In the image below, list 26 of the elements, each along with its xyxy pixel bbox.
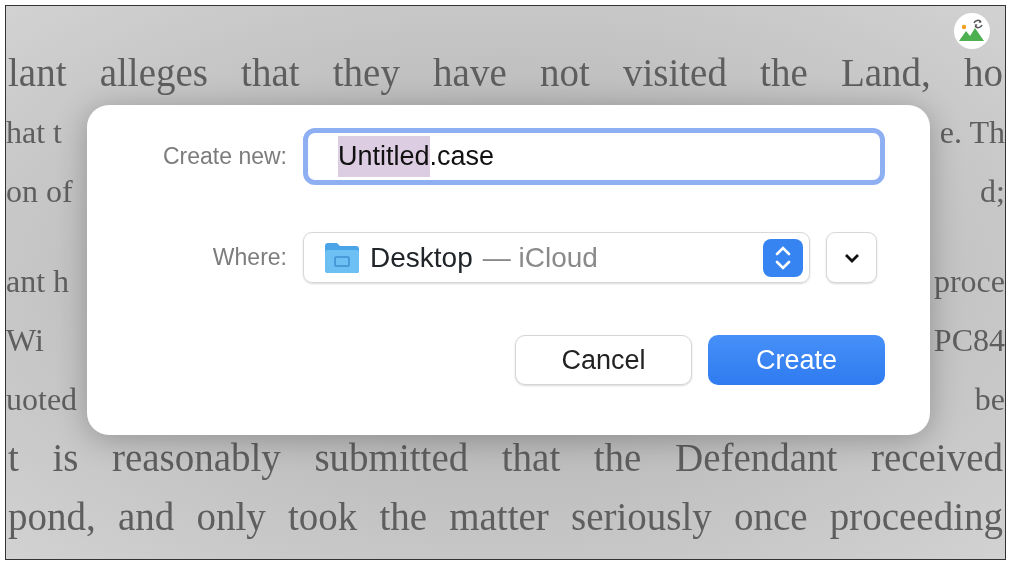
picture-sync-icon[interactable] bbox=[953, 12, 991, 50]
document-text: PC84 bbox=[933, 321, 1005, 360]
document-text: t is reasonably submitted that the Defendant received bbox=[8, 438, 1003, 478]
field-label: Where: bbox=[211, 243, 287, 273]
document-text: proce bbox=[933, 262, 1005, 301]
stepper-icon bbox=[763, 238, 803, 277]
folder-location: — iCloud bbox=[482, 240, 598, 275]
document-text: lant alleges that they have not visited the Land, ho bbox=[8, 53, 1003, 93]
document-text: Wi bbox=[6, 321, 44, 360]
folder-name: Desktop bbox=[370, 240, 473, 275]
folder-icon bbox=[324, 241, 360, 274]
expand-button[interactable] bbox=[826, 232, 877, 283]
document-text: pond, and only took the matter seriously once proceeding bbox=[8, 497, 1003, 537]
document-text: be bbox=[974, 380, 1005, 419]
chevron-icon bbox=[843, 252, 860, 263]
document-text: uoted bbox=[6, 380, 78, 419]
cancel-button[interactable]: Cancel bbox=[515, 335, 692, 385]
document-text: d; bbox=[980, 172, 1005, 211]
document-text: ant h bbox=[6, 262, 70, 301]
field-label: Create new: bbox=[162, 142, 287, 172]
filename-field[interactable]: Untitled.case bbox=[303, 128, 885, 185]
location-popup[interactable]: Desktop — iCloud bbox=[303, 232, 810, 283]
create-button[interactable]: Create bbox=[708, 335, 885, 385]
document-text: e. Th bbox=[939, 113, 1005, 152]
document-text: on of bbox=[6, 172, 73, 211]
document-text: hat t bbox=[6, 113, 62, 152]
